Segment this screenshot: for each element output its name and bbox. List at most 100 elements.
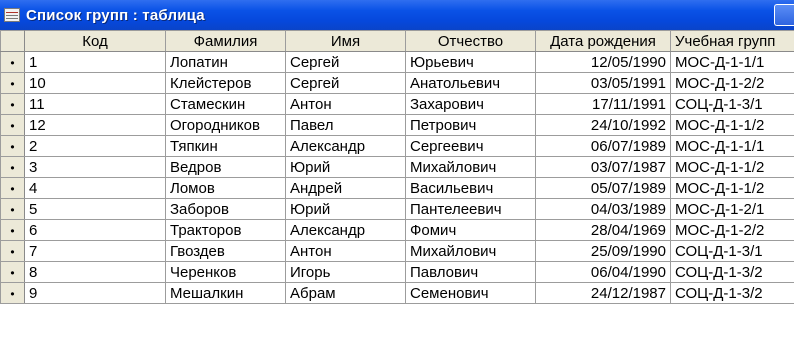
cell-first-name[interactable]: Юрий (285, 198, 406, 220)
cell-code[interactable]: 1 (24, 51, 166, 73)
window-control-button[interactable] (774, 4, 794, 26)
cell-first-name[interactable]: Антон (285, 93, 406, 115)
cell-first-name[interactable]: Сергей (285, 51, 406, 73)
cell-first-name[interactable]: Александр (285, 135, 406, 157)
cell-birth-date[interactable]: 05/07/1989 (535, 177, 671, 199)
cell-middle-name[interactable]: Павлович (405, 261, 536, 283)
cell-study-group[interactable]: МОС-Д-1-2/2 (670, 219, 794, 241)
record-selector[interactable]: • (0, 198, 25, 220)
cell-birth-date[interactable]: 17/11/1991 (535, 93, 671, 115)
select-all-corner[interactable] (0, 30, 25, 52)
table-row[interactable]: • 4 Ломов Андрей Васильевич 05/07/1989 МОС-Д-1… (0, 177, 794, 199)
cell-code[interactable]: 8 (24, 261, 166, 283)
cell-last-name[interactable]: Мешалкин (165, 282, 286, 304)
cell-birth-date[interactable]: 24/12/1987 (535, 282, 671, 304)
cell-last-name[interactable]: Ломов (165, 177, 286, 199)
cell-last-name[interactable]: Лопатин (165, 51, 286, 73)
cell-study-group[interactable]: МОС-Д-1-2/1 (670, 198, 794, 220)
table-row[interactable]: • 1 Лопатин Сергей Юрьевич 12/05/1990 МОС-Д-1-… (0, 51, 794, 73)
cell-middle-name[interactable]: Васильевич (405, 177, 536, 199)
cell-study-group[interactable]: СОЦ-Д-1-3/1 (670, 93, 794, 115)
cell-study-group[interactable]: СОЦ-Д-1-3/1 (670, 240, 794, 262)
cell-middle-name[interactable]: Анатольевич (405, 72, 536, 94)
cell-code[interactable]: 10 (24, 72, 166, 94)
title-bar[interactable]: Список групп : таблица (0, 0, 794, 30)
cell-last-name[interactable]: Тракторов (165, 219, 286, 241)
cell-study-group[interactable]: МОС-Д-1-1/1 (670, 51, 794, 73)
cell-first-name[interactable]: Сергей (285, 72, 406, 94)
column-header-study-group[interactable]: Учебная групп (670, 30, 794, 52)
record-selector[interactable]: • (0, 261, 25, 283)
cell-last-name[interactable]: Гвоздев (165, 240, 286, 262)
cell-middle-name[interactable]: Петрович (405, 114, 536, 136)
table-row[interactable]: • 11 Стамескин Антон Захарович 17/11/1991 СОЦ-… (0, 93, 794, 115)
record-selector[interactable]: • (0, 114, 25, 136)
table-row[interactable]: • 9 Мешалкин Абрам Семенович 24/12/1987 СОЦ-Д-… (0, 282, 794, 304)
cell-code[interactable]: 3 (24, 156, 166, 178)
cell-first-name[interactable]: Александр (285, 219, 406, 241)
cell-middle-name[interactable]: Юрьевич (405, 51, 536, 73)
cell-birth-date[interactable]: 04/03/1989 (535, 198, 671, 220)
cell-first-name[interactable]: Антон (285, 240, 406, 262)
record-selector[interactable]: • (0, 51, 25, 73)
cell-middle-name[interactable]: Захарович (405, 93, 536, 115)
cell-last-name[interactable]: Тяпкин (165, 135, 286, 157)
table-row[interactable]: • 10 Клейстеров Сергей Анатольевич 03/05/1991… (0, 72, 794, 94)
cell-middle-name[interactable]: Михайлович (405, 240, 536, 262)
cell-study-group[interactable]: СОЦ-Д-1-3/2 (670, 261, 794, 283)
cell-birth-date[interactable]: 06/07/1989 (535, 135, 671, 157)
cell-birth-date[interactable]: 24/10/1992 (535, 114, 671, 136)
record-selector[interactable]: • (0, 135, 25, 157)
cell-birth-date[interactable]: 28/04/1969 (535, 219, 671, 241)
record-selector[interactable]: • (0, 72, 25, 94)
cell-first-name[interactable]: Павел (285, 114, 406, 136)
cell-middle-name[interactable]: Пантелеевич (405, 198, 536, 220)
cell-first-name[interactable]: Юрий (285, 156, 406, 178)
cell-study-group[interactable]: СОЦ-Д-1-3/2 (670, 282, 794, 304)
cell-last-name[interactable]: Клейстеров (165, 72, 286, 94)
table-row[interactable]: • 6 Тракторов Александр Фомич 28/04/1969 МОС-Д… (0, 219, 794, 241)
cell-study-group[interactable]: МОС-Д-1-1/2 (670, 156, 794, 178)
column-header-middle-name[interactable]: Отчество (405, 30, 536, 52)
cell-middle-name[interactable]: Сергеевич (405, 135, 536, 157)
cell-code[interactable]: 4 (24, 177, 166, 199)
table-row[interactable]: • 5 Заборов Юрий Пантелеевич 04/03/1989 МОС-Д-… (0, 198, 794, 220)
table-row[interactable]: • 12 Огородников Павел Петрович 24/10/1992 МОС… (0, 114, 794, 136)
cell-first-name[interactable]: Игорь (285, 261, 406, 283)
record-selector[interactable]: • (0, 93, 25, 115)
cell-last-name[interactable]: Черенков (165, 261, 286, 283)
cell-code[interactable]: 5 (24, 198, 166, 220)
cell-birth-date[interactable]: 25/09/1990 (535, 240, 671, 262)
cell-last-name[interactable]: Стамескин (165, 93, 286, 115)
cell-study-group[interactable]: МОС-Д-1-2/2 (670, 72, 794, 94)
record-selector[interactable]: • (0, 282, 25, 304)
record-selector[interactable]: • (0, 240, 25, 262)
cell-birth-date[interactable]: 12/05/1990 (535, 51, 671, 73)
cell-code[interactable]: 12 (24, 114, 166, 136)
cell-last-name[interactable]: Ведров (165, 156, 286, 178)
table-row[interactable]: • 2 Тяпкин Александр Сергеевич 06/07/1989 МОС-… (0, 135, 794, 157)
cell-middle-name[interactable]: Семенович (405, 282, 536, 304)
column-header-first-name[interactable]: Имя (285, 30, 406, 52)
cell-code[interactable]: 9 (24, 282, 166, 304)
cell-first-name[interactable]: Абрам (285, 282, 406, 304)
cell-study-group[interactable]: МОС-Д-1-1/2 (670, 177, 794, 199)
record-selector[interactable]: • (0, 156, 25, 178)
cell-birth-date[interactable]: 06/04/1990 (535, 261, 671, 283)
cell-birth-date[interactable]: 03/05/1991 (535, 72, 671, 94)
cell-first-name[interactable]: Андрей (285, 177, 406, 199)
cell-birth-date[interactable]: 03/07/1987 (535, 156, 671, 178)
cell-code[interactable]: 6 (24, 219, 166, 241)
column-header-code[interactable]: Код (24, 30, 166, 52)
record-selector[interactable]: • (0, 219, 25, 241)
cell-last-name[interactable]: Огородников (165, 114, 286, 136)
cell-code[interactable]: 2 (24, 135, 166, 157)
cell-middle-name[interactable]: Михайлович (405, 156, 536, 178)
column-header-last-name[interactable]: Фамилия (165, 30, 286, 52)
cell-study-group[interactable]: МОС-Д-1-1/2 (670, 114, 794, 136)
cell-study-group[interactable]: МОС-Д-1-1/1 (670, 135, 794, 157)
table-row[interactable]: • 7 Гвоздев Антон Михайлович 25/09/1990 СОЦ-Д-… (0, 240, 794, 262)
table-row[interactable]: • 8 Черенков Игорь Павлович 06/04/1990 СОЦ-Д-1… (0, 261, 794, 283)
column-header-birth-date[interactable]: Дата рождения (535, 30, 671, 52)
cell-code[interactable]: 11 (24, 93, 166, 115)
